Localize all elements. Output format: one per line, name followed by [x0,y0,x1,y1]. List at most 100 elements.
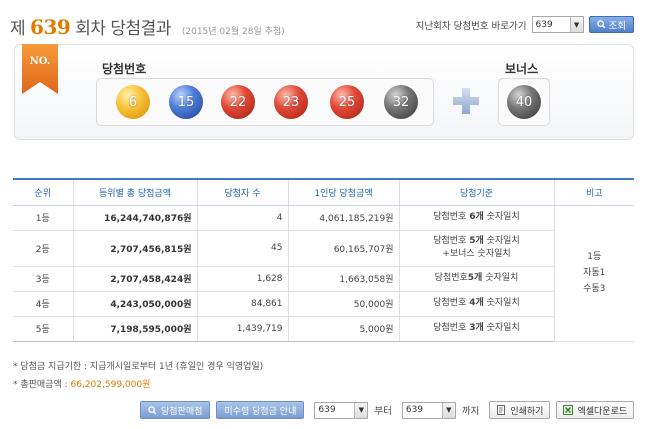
criteria-cell: 당첨번호 3개 숫자일치 [398,316,554,342]
total-cell: 2,707,458,424원 [72,266,197,292]
criteria-text: 숫자일치 [483,298,520,308]
chevron-down-icon: ▼ [354,402,368,418]
page-title: 제 639 회차 당첨결과 (2015년 02월 28일 추첨) [10,14,285,39]
bonus-label: 보너스 [505,62,539,76]
remark-line: 1등 [587,252,602,262]
print-button[interactable]: 인쇄하기 [489,401,551,419]
to-round-value: 639 [405,405,424,415]
from-round-select[interactable]: 639 ▼ [314,401,369,419]
criteria-cell: 당첨번호 6개 숫자일치 [398,205,554,231]
criteria-cell: 당첨번호5개 숫자일치 [398,266,554,292]
criteria-text: 당첨번호 [434,273,468,283]
draw-round: 639 [30,15,71,39]
ball-5: 25 [330,85,364,119]
per-cell: 5,000원 [287,316,399,342]
ball-6: 32 [384,85,418,119]
table-row: 4등 4,243,050,000원 84,861 50,000원 당첨번호 4개… [13,291,634,317]
col-winners: 당첨자 수 [196,178,288,206]
print-label: 인쇄하기 [510,406,544,417]
to-text: 까지 [461,406,480,417]
total-cell: 2,707,456,815원 [72,230,197,267]
per-cell: 60,165,707원 [287,230,399,267]
rank-cell: 3등 [13,266,73,292]
from-text: 부터 [374,406,392,417]
remark-cell: 1등 자동1 수동3 [553,205,634,342]
total-sales-label: * 총판매금액 : [13,380,71,390]
criteria-text: 당첨번호 [433,323,470,333]
title-suffix: 회차 당첨결과 [75,19,171,39]
rank-cell: 1등 [13,205,73,231]
total-cell: 16,244,740,876원 [72,205,197,231]
ribbon-text: NO. [30,56,51,67]
round-jump-label: 지난회차 당첨번호 바로가기 [415,20,527,32]
ball-3: 22 [221,85,255,119]
search-button[interactable]: 조회 [588,16,634,33]
total-sales-note: * 총판매금액 : 66,202,599,000원 [13,376,263,394]
round-jump: 지난회차 당첨번호 바로가기 639 ▼ 조회 [416,16,634,33]
search-button-label: 조회 [608,20,626,32]
excel-icon [563,405,574,415]
draw-date: (2015년 02월 28일 추첨) [181,27,285,37]
col-rank: 순위 [13,178,73,206]
table-row: 3등 2,707,458,424원 1,628 1,663,058원 당첨번호5… [13,266,634,292]
per-cell: 4,061,185,219원 [287,205,399,231]
ball-2: 15 [169,85,203,119]
winners-cell: 84,861 [196,291,288,317]
rank-cell: 5등 [13,316,73,342]
criteria-text: 당첨번호 [433,236,470,246]
winning-shops-button[interactable]: 당첨판매점 [140,401,211,419]
total-cell: 4,243,050,000원 [72,291,197,317]
winning-shops-label: 당첨판매점 [161,406,203,417]
chevron-down-icon: ▼ [441,402,455,418]
to-round-select[interactable]: 639 ▼ [401,401,456,419]
criteria-text: 숫자일치 [483,323,520,333]
ball-1: 6 [116,85,150,119]
ribbon-badge: NO. [22,44,58,94]
document-icon [497,405,506,415]
remark-line: 수동3 [583,284,606,294]
plus-icon [453,88,479,114]
unclaimed-prize-button[interactable]: 미수령 당첨금 안내 [216,401,305,419]
criteria-text: 숫자일치 [482,273,519,283]
criteria-count: 6개 [469,212,484,222]
search-icon [148,405,157,415]
remark-line: 자동1 [583,268,606,278]
criteria-cell: 당첨번호 4개 숫자일치 [398,291,554,317]
table-header-row: 순위 등위별 총 당첨금액 당첨자 수 1인당 당첨금액 당첨기준 비고 [13,178,634,206]
col-per: 1인당 당첨금액 [287,178,399,206]
col-remark: 비고 [553,178,634,206]
winners-cell: 1,628 [196,266,288,292]
prize-table: 순위 등위별 총 당첨금액 당첨자 수 1인당 당첨금액 당첨기준 비고 1등 … [13,178,634,342]
table-row: 5등 7,198,595,000원 1,439,719 5,000원 당첨번호 … [13,316,634,342]
criteria-text: 당첨번호 [433,212,470,222]
total-sales-value: 66,202,599,000원 [70,380,151,390]
notes: * 당첨금 지급기한 : 지급개시일로부터 1년 (휴일인 경우 익영업일) *… [13,358,263,394]
ball-4: 23 [274,85,308,119]
table-row: 2등 2,707,456,815원 45 60,165,707원 당첨번호 5개… [13,230,634,267]
winners-cell: 4 [196,205,288,231]
winning-numbers-label: 당첨번호 [102,62,147,76]
chevron-down-icon: ▼ [569,17,583,32]
per-cell: 1,663,058원 [287,266,399,292]
header-row: 제 639 회차 당첨결과 (2015년 02월 28일 추첨) 지난회차 당첨… [10,12,640,39]
rank-cell: 4등 [13,291,73,317]
per-cell: 50,000원 [287,291,399,317]
col-total: 등위별 총 당첨금액 [72,178,197,206]
winners-cell: 1,439,719 [196,316,288,342]
col-criteria: 당첨기준 [398,178,554,206]
excel-download-button[interactable]: 엑셀다운로드 [556,401,635,419]
criteria-text: 숫자일치 [483,212,520,222]
round-select[interactable]: 639 ▼ [531,16,584,33]
bonus-ball: 40 [507,85,541,119]
title-prefix: 제 [10,19,26,39]
unclaimed-prize-label: 미수령 당첨금 안내 [224,406,297,417]
criteria-text: 당첨번호 [433,298,470,308]
bottom-toolbar: 당첨판매점 미수령 당첨금 안내 639 ▼ 부터 639 ▼ 까지 인쇄하기 … [140,401,635,419]
total-cell: 7,198,595,000원 [72,316,197,342]
criteria-bonus-text: +보너스 숫자일치 [442,249,511,259]
excel-download-label: 엑셀다운로드 [577,406,628,417]
criteria-text: 숫자일치 [483,236,520,246]
payout-deadline-note: * 당첨금 지급기한 : 지급개시일로부터 1년 (휴일인 경우 익영업일) [13,362,264,372]
table-row: 1등 16,244,740,876원 4 4,061,185,219원 당첨번호… [13,205,634,342]
search-icon [596,20,606,29]
